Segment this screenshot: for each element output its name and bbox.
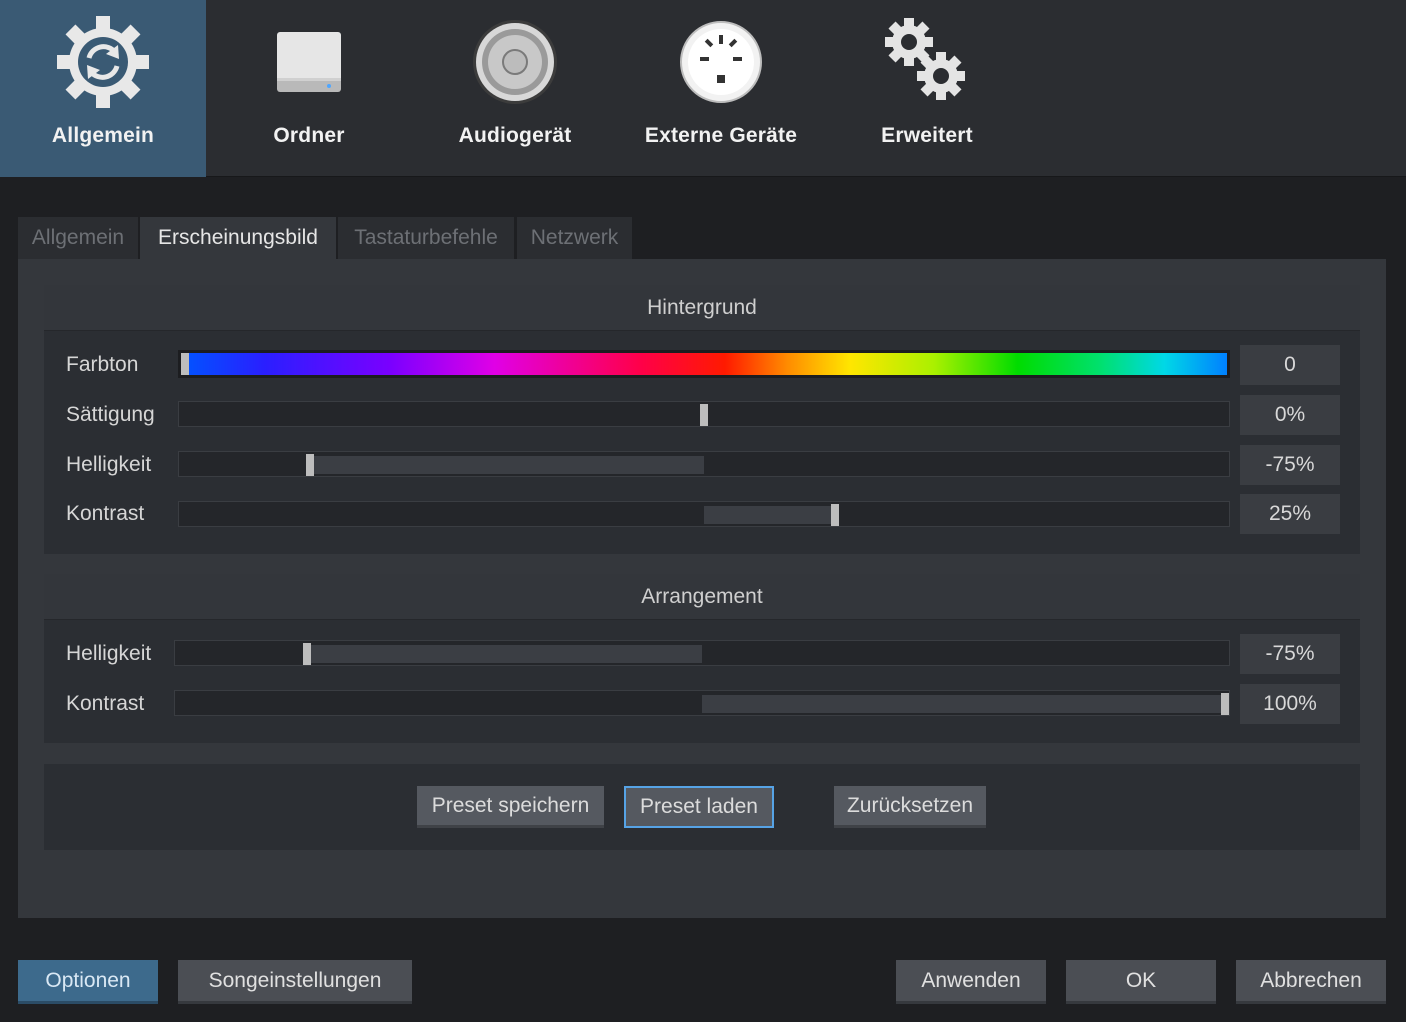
- drive-icon: [259, 12, 359, 112]
- tab-netzwerk[interactable]: Netzwerk: [517, 217, 632, 259]
- options-button[interactable]: Optionen: [18, 960, 158, 1004]
- group-title: Hintergrund: [44, 285, 1360, 331]
- category-audiogeraet[interactable]: Audiogerät: [412, 0, 618, 177]
- reset-button[interactable]: Zurücksetzen: [834, 786, 986, 828]
- load-preset-button[interactable]: Preset laden: [624, 786, 774, 828]
- hue-label: Farbton: [66, 353, 139, 376]
- saturation-value[interactable]: 0%: [1240, 395, 1340, 435]
- contrast-slider[interactable]: [178, 501, 1230, 527]
- slider-thumb[interactable]: [306, 454, 315, 476]
- preset-group: Preset speichern Preset laden Zurücksetz…: [44, 764, 1360, 850]
- arr-brightness-label: Helligkeit: [66, 642, 152, 665]
- category-label: Erweitert: [881, 124, 973, 147]
- slider-fill: [704, 506, 836, 524]
- category-label: Audiogerät: [458, 124, 572, 147]
- category-erweitert[interactable]: Erweitert: [824, 0, 1030, 177]
- speaker-icon: [465, 12, 565, 112]
- contrast-value[interactable]: 25%: [1240, 494, 1340, 534]
- slider-fill: [306, 645, 702, 663]
- tab-erscheinungsbild[interactable]: Erscheinungsbild: [140, 217, 336, 259]
- slider-thumb[interactable]: [181, 353, 189, 375]
- slider-thumb[interactable]: [302, 643, 311, 665]
- hue-slider[interactable]: [178, 350, 1230, 378]
- slider-thumb[interactable]: [831, 504, 840, 526]
- background-group: Hintergrund Farbton 0 Sättigung 0% Helli…: [44, 285, 1360, 554]
- category-bar: Allgemein Ordner Audiogerät Externe Gerä…: [0, 0, 1406, 177]
- cancel-button[interactable]: Abbrechen: [1236, 960, 1386, 1004]
- slider-thumb[interactable]: [1221, 693, 1229, 715]
- tab-allgemein[interactable]: Allgemein: [18, 217, 138, 259]
- brightness-label: Helligkeit: [66, 453, 152, 476]
- arr-brightness-value[interactable]: -75%: [1240, 634, 1340, 674]
- midi-port-icon: [671, 12, 771, 112]
- category-label: Allgemein: [51, 124, 155, 147]
- category-externe-geraete[interactable]: Externe Geräte: [618, 0, 824, 177]
- save-preset-button[interactable]: Preset speichern: [417, 786, 604, 828]
- arr-contrast-slider[interactable]: [174, 690, 1230, 716]
- ok-button[interactable]: OK: [1066, 960, 1216, 1004]
- gears-icon: [877, 12, 977, 112]
- saturation-label: Sättigung: [66, 403, 155, 426]
- song-settings-button[interactable]: Songeinstellungen: [178, 960, 412, 1004]
- appearance-panel: Hintergrund Farbton 0 Sättigung 0% Helli…: [18, 259, 1386, 918]
- hue-value[interactable]: 0: [1240, 345, 1340, 385]
- arr-brightness-slider[interactable]: [174, 640, 1230, 666]
- apply-button[interactable]: Anwenden: [896, 960, 1046, 1004]
- slider-fill: [310, 456, 704, 474]
- category-allgemein[interactable]: Allgemein: [0, 0, 206, 177]
- brightness-value[interactable]: -75%: [1240, 445, 1340, 485]
- slider-fill: [702, 695, 1229, 713]
- sync-gear-icon: [53, 12, 153, 112]
- arrangement-group: Arrangement Helligkeit -75% Kontrast 100…: [44, 574, 1360, 743]
- group-title: Arrangement: [44, 574, 1360, 620]
- slider-thumb[interactable]: [700, 404, 708, 426]
- category-label: Ordner: [273, 124, 345, 147]
- tab-tastaturbefehle[interactable]: Tastaturbefehle: [338, 217, 514, 259]
- contrast-label: Kontrast: [66, 502, 145, 525]
- brightness-slider[interactable]: [178, 451, 1230, 477]
- saturation-slider[interactable]: [178, 401, 1230, 427]
- category-ordner[interactable]: Ordner: [206, 0, 412, 177]
- arr-contrast-label: Kontrast: [66, 692, 145, 715]
- category-label: Externe Geräte: [644, 124, 798, 147]
- arr-contrast-value[interactable]: 100%: [1240, 684, 1340, 724]
